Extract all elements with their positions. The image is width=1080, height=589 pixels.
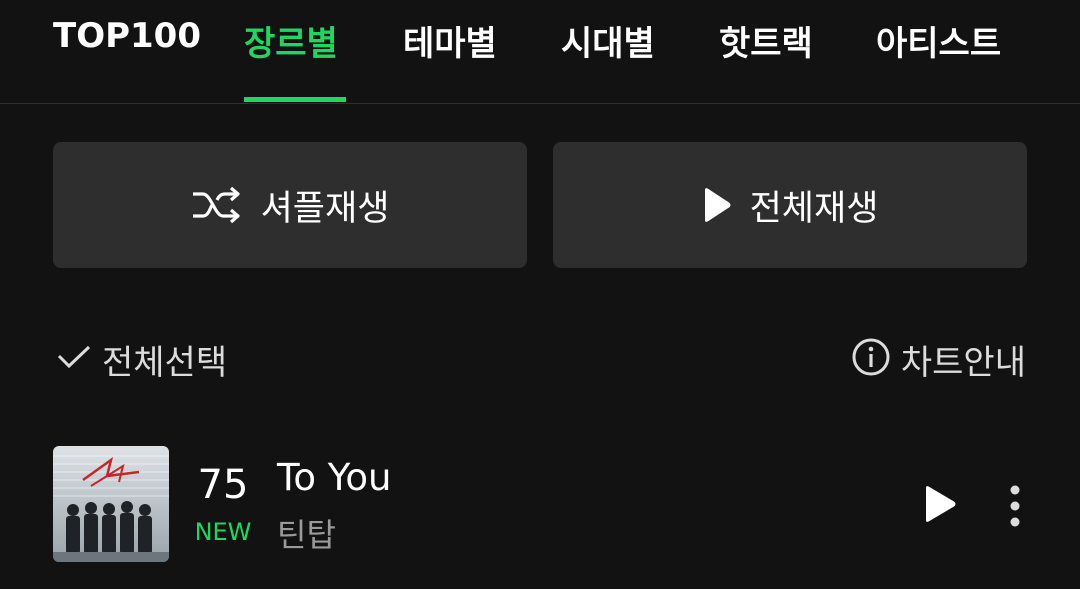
check-icon — [56, 342, 92, 376]
play-all-label: 전체재생 — [749, 188, 879, 229]
shuffle-play-button[interactable]: 셔플재생 — [53, 142, 527, 268]
active-tab-indicator — [244, 97, 346, 102]
tab-artist[interactable]: 아티스트 — [876, 16, 1001, 65]
tab-era[interactable]: 시대별 — [561, 16, 655, 65]
chart-info-link[interactable]: 차트안내 — [851, 334, 1026, 384]
track-play-button[interactable] — [922, 484, 958, 528]
shuffle-play-label: 셔플재생 — [260, 188, 390, 229]
info-icon — [851, 337, 891, 381]
shuffle-icon — [191, 185, 243, 225]
track-title: To You — [277, 456, 392, 499]
more-vertical-icon — [1008, 485, 1022, 532]
tab-top100[interactable]: TOP100 — [53, 16, 201, 56]
new-badge: NEW — [194, 518, 252, 546]
select-all-label: 전체선택 — [102, 342, 228, 383]
play-icon — [922, 486, 958, 528]
select-all-toggle[interactable]: 전체선택 — [56, 334, 227, 384]
tab-hot-track[interactable]: 핫트랙 — [719, 16, 813, 65]
track-rank: 75 — [197, 462, 249, 508]
tab-theme[interactable]: 테마별 — [403, 16, 497, 65]
track-more-button[interactable] — [1008, 484, 1022, 532]
play-icon — [702, 187, 732, 223]
album-cover[interactable] — [53, 446, 169, 562]
play-all-button[interactable]: 전체재생 — [553, 142, 1027, 268]
track-row[interactable]: 75 NEW To You 틴탑 — [0, 440, 1080, 570]
genre-tab-bar: TOP100 장르별 테마별 시대별 핫트랙 아티스트 — [0, 0, 1080, 104]
tab-genre[interactable]: 장르별 — [244, 16, 338, 65]
chart-info-label: 차트안내 — [900, 342, 1026, 383]
track-artist: 틴탑 — [277, 516, 336, 554]
